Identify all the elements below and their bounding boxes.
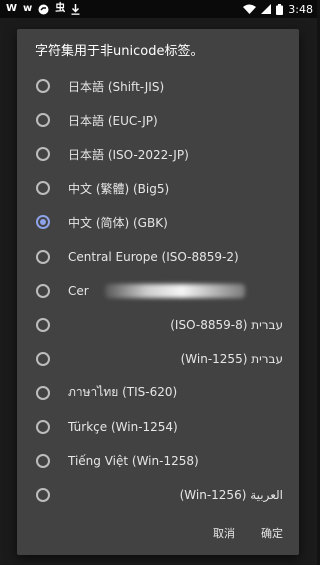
clock: 3:48 xyxy=(288,2,313,16)
option-label: Türkçe (Win-1254) xyxy=(68,419,178,434)
option-big5[interactable]: 中文 (繁體) (Big5) xyxy=(17,171,299,205)
chinese-app-icon: 虫 xyxy=(55,3,66,14)
option-central-europe-win[interactable]: Cer xyxy=(17,274,299,308)
option-gbk[interactable]: 中文 (简体) (GBK) xyxy=(17,205,299,239)
option-label: 中文 (简体) (GBK) xyxy=(68,215,168,230)
option-win-1255[interactable]: (Win-1255) עברית xyxy=(17,342,299,376)
charset-dialog: 字符集用于非unicode标签。 日本語 (Shift-JIS) 日本語 (EU… xyxy=(17,29,299,555)
radio-button[interactable] xyxy=(36,351,50,366)
charset-option-list: 日本語 (Shift-JIS) 日本語 (EUC-JP) 日本語 (ISO-20… xyxy=(17,69,299,512)
radio-button[interactable] xyxy=(36,283,50,298)
status-bar: W w 虫 3:48 xyxy=(0,0,317,18)
option-win-1254[interactable]: Türkçe (Win-1254) xyxy=(17,410,299,444)
radio-button[interactable] xyxy=(36,113,50,128)
radio-button[interactable] xyxy=(36,79,50,94)
signal-icon xyxy=(261,4,272,14)
download-icon xyxy=(71,3,80,15)
option-label: 中文 (繁體) (Big5) xyxy=(68,181,170,196)
option-label: 日本語 (EUC-JP) xyxy=(68,113,158,128)
radio-button-checked[interactable] xyxy=(36,215,50,230)
radio-button[interactable] xyxy=(36,147,50,162)
option-label: Cer xyxy=(68,283,89,298)
wifi-icon xyxy=(243,4,257,14)
option-iso-8859-8[interactable]: (ISO-8859-8) עברית xyxy=(17,308,299,342)
radio-button[interactable] xyxy=(36,181,50,196)
battery-icon xyxy=(276,3,284,15)
option-label: 日本語 (Shift-JIS) xyxy=(68,79,165,94)
dialog-buttons: 取消 确定 xyxy=(213,525,283,541)
radio-button[interactable] xyxy=(36,249,50,264)
option-label: (ISO-8859-8) עברית xyxy=(170,317,283,332)
ok-button[interactable]: 确定 xyxy=(261,525,283,541)
cancel-button[interactable]: 取消 xyxy=(213,525,235,541)
radio-button[interactable] xyxy=(36,488,50,503)
option-shift-jis[interactable]: 日本語 (Shift-JIS) xyxy=(17,69,299,103)
radio-button[interactable] xyxy=(36,419,50,434)
option-euc-jp[interactable]: 日本語 (EUC-JP) xyxy=(17,103,299,137)
w-logo-icon: w xyxy=(23,3,33,14)
w-logo-icon: W xyxy=(6,3,18,14)
render-glitch xyxy=(105,283,245,298)
radio-button[interactable] xyxy=(36,385,50,400)
option-iso-2022-jp[interactable]: 日本語 (ISO-2022-JP) xyxy=(17,137,299,171)
radio-button[interactable] xyxy=(36,454,50,469)
option-label: (Win-1256) العربية xyxy=(179,488,283,503)
system-icons: 3:48 xyxy=(243,3,313,16)
radio-button[interactable] xyxy=(36,317,50,332)
dialog-title: 字符集用于非unicode标签。 xyxy=(35,44,204,59)
option-label: Tiếng Việt (Win-1258) xyxy=(68,454,199,469)
option-label: 日本語 (ISO-2022-JP) xyxy=(68,147,189,162)
option-iso-8859-2[interactable]: Central Europe (ISO-8859-2) xyxy=(17,239,299,273)
option-label: ภาษาไทย (TIS-620) xyxy=(68,385,178,400)
vpn-icon xyxy=(38,4,49,15)
notification-icons: W w 虫 xyxy=(6,3,80,15)
option-tis-620[interactable]: ภาษาไทย (TIS-620) xyxy=(17,376,299,410)
option-label: (Win-1255) עברית xyxy=(180,351,283,366)
option-label: Central Europe (ISO-8859-2) xyxy=(68,249,239,264)
option-win-1256[interactable]: (Win-1256) العربية xyxy=(17,478,299,512)
option-win-1258[interactable]: Tiếng Việt (Win-1258) xyxy=(17,444,299,478)
